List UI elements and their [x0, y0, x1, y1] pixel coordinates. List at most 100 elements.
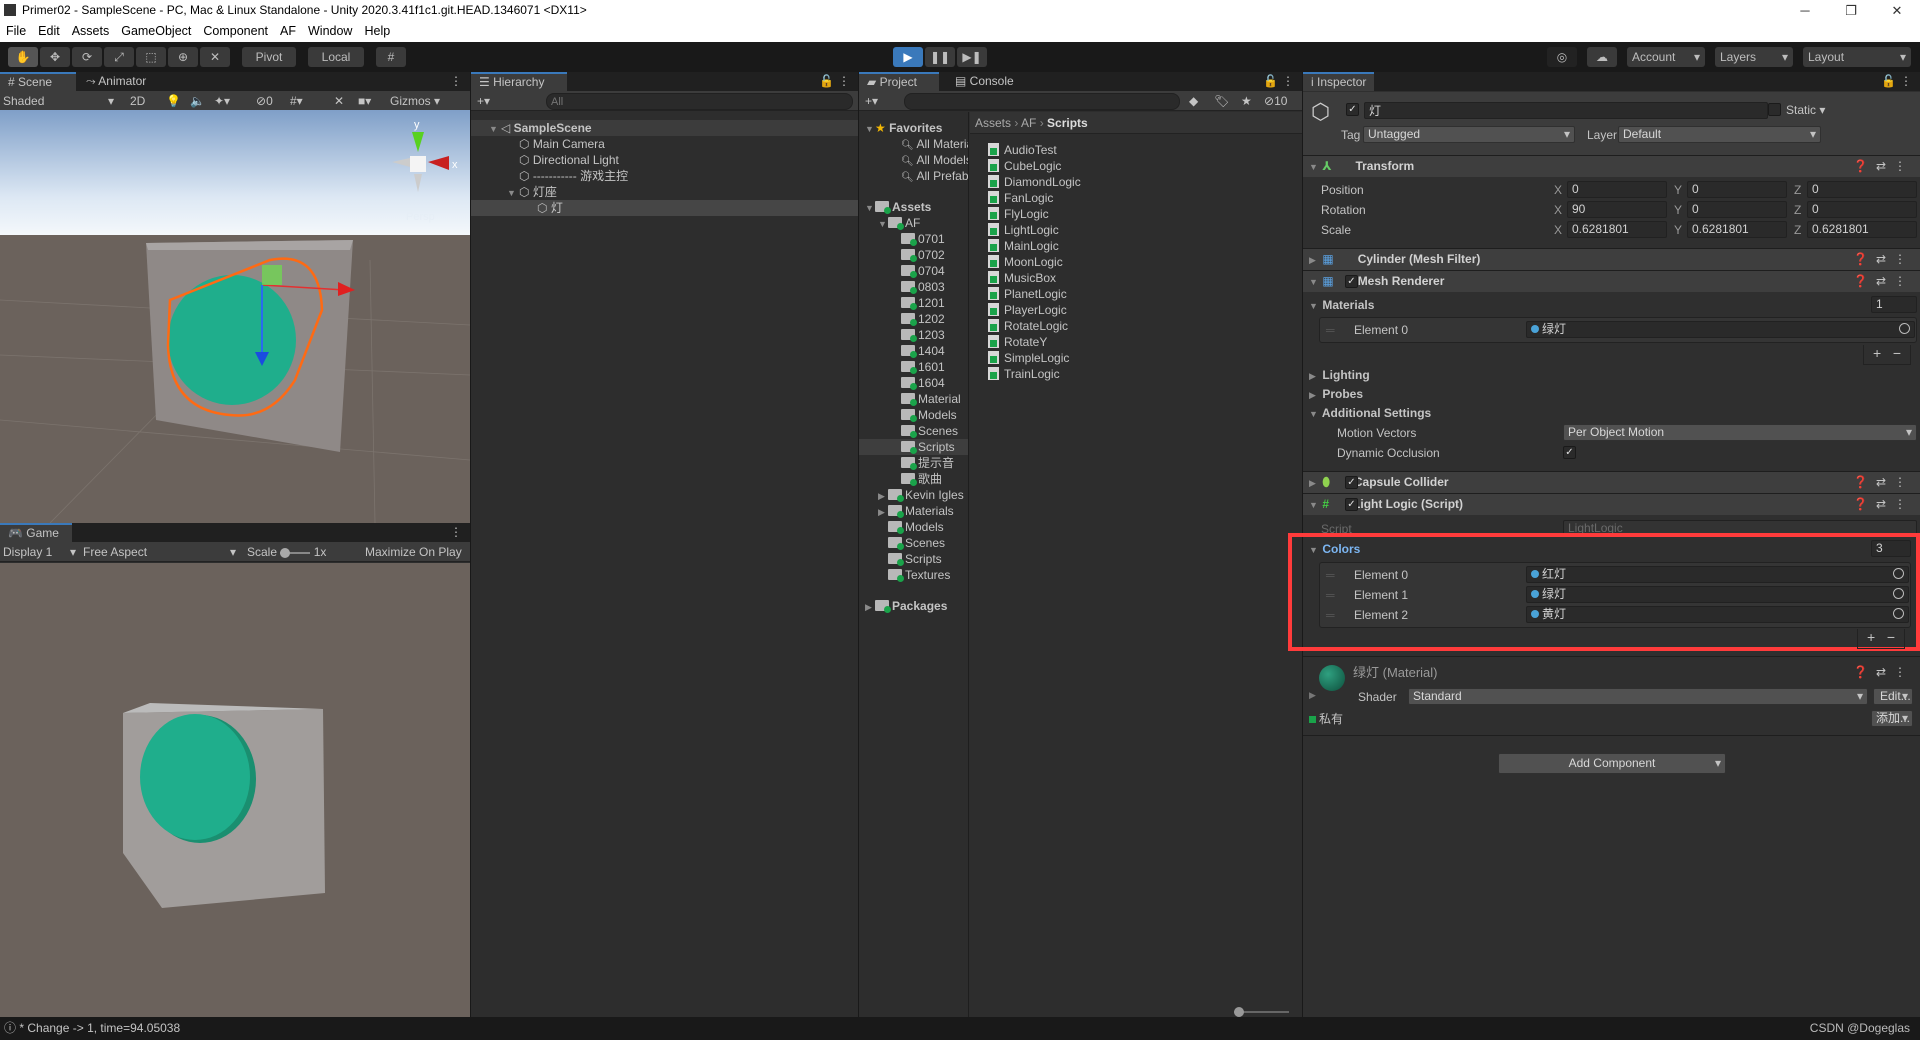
display-dropdown[interactable]: Display 1 ▾ [3, 544, 78, 560]
transform-position-z-field[interactable]: 0 [1807, 181, 1917, 198]
colors-foldout[interactable]: ▼ Colors [1309, 541, 1360, 557]
expand-arrow-icon[interactable]: ▶ [878, 488, 888, 504]
drag-handle-icon[interactable]: ═ [1326, 607, 1335, 623]
expand-arrow-icon[interactable]: ▶ [878, 504, 888, 520]
transform-rotation-x-field[interactable]: 90 [1567, 201, 1667, 218]
tab-scene[interactable]: # Scene [0, 72, 76, 91]
project-tree-item[interactable]: 🔍︎ All Models [859, 152, 968, 168]
add-component-button[interactable]: Add Component [1498, 753, 1726, 774]
menu-assets[interactable]: Assets [66, 24, 116, 38]
menu-edit[interactable]: Edit [32, 24, 66, 38]
status-message[interactable]: * Change -> 1, time=94.05038 [19, 1021, 180, 1035]
collab-icon[interactable]: ◎ [1547, 47, 1577, 67]
object-name-input[interactable] [1364, 102, 1768, 119]
hierarchy-item[interactable]: ⬡ 灯 [471, 200, 858, 216]
project-tree-item[interactable]: Models [859, 519, 968, 535]
icon-size-slider[interactable] [1234, 1007, 1289, 1017]
audio-toggle-icon[interactable]: 🔈 [190, 93, 205, 109]
transform-header[interactable]: ▼ ⅄ Transform ❓⇄⋮ [1303, 155, 1920, 177]
component-actions-icon[interactable]: ❓⇄⋮ [1853, 249, 1914, 270]
axis-label[interactable]: X [1554, 182, 1562, 198]
tools-icon[interactable]: ✕ [334, 93, 344, 109]
project-tree-item[interactable]: Scenes [859, 423, 968, 439]
color-element-field[interactable]: 红灯 [1526, 566, 1909, 583]
private-toggle[interactable]: 私有 [1309, 711, 1343, 727]
create-button[interactable]: +▾ [865, 93, 878, 109]
transform-scale-z-field[interactable]: 0.6281801 [1807, 221, 1917, 238]
rect-tool-button[interactable]: ⬚ [136, 47, 166, 67]
expand-arrow-icon[interactable]: ▼ [865, 200, 875, 216]
project-file-item[interactable]: PlanetLogic [988, 286, 1067, 302]
breadcrumb-item[interactable]: AF [1021, 116, 1036, 130]
static-checkbox[interactable] [1768, 103, 1781, 116]
tab-project[interactable]: ▰ Project [859, 72, 939, 91]
project-tree-item[interactable]: 🔍︎ All Prefabs [859, 168, 968, 184]
hierarchy-item[interactable]: ⬡ Main Camera [471, 136, 858, 152]
expand-arrow-icon[interactable]: ▶ [865, 599, 875, 615]
grid-toggle-icon[interactable]: #▾ [290, 93, 303, 109]
transform-rotation-y-field[interactable]: 0 [1687, 201, 1787, 218]
pause-button[interactable]: ❚❚ [925, 47, 955, 67]
scale-slider[interactable]: Scale 1x [247, 544, 326, 560]
menu-af[interactable]: AF [274, 24, 302, 38]
light-logic-enabled-checkbox[interactable]: ✓ [1345, 498, 1358, 511]
project-search-input[interactable] [904, 93, 1180, 110]
panel-menu-icon[interactable]: ⋮ [442, 523, 470, 542]
expand-arrow-icon[interactable]: ▼ [865, 121, 875, 137]
project-tree-item[interactable]: 0701 [859, 231, 968, 247]
hidden-packages-toggle[interactable]: ⊘10 [1264, 93, 1287, 109]
remove-element-button[interactable]: − [1887, 629, 1895, 645]
transform-scale-y-field[interactable]: 0.6281801 [1687, 221, 1787, 238]
move-tool-button[interactable]: ✥ [40, 47, 70, 67]
project-tree-item[interactable]: ▶ Packages [859, 598, 968, 614]
material-element-field[interactable]: 绿灯 [1526, 321, 1915, 338]
additional-settings-foldout[interactable]: ▼ Additional Settings [1309, 405, 1431, 421]
project-file-item[interactable]: RotateLogic [988, 318, 1068, 334]
hierarchy-search-input[interactable] [546, 93, 853, 110]
panel-menu-icon[interactable]: ⋮ [1274, 72, 1302, 91]
transform-tool-button[interactable]: ⊕ [168, 47, 198, 67]
breadcrumb-item[interactable]: Scripts [1047, 116, 1088, 130]
object-picker-icon[interactable] [1899, 323, 1910, 334]
capsule-collider-enabled-checkbox[interactable]: ✓ [1345, 476, 1358, 489]
menu-component[interactable]: Component [197, 24, 274, 38]
project-file-item[interactable]: FlyLogic [988, 206, 1049, 222]
project-tree-item[interactable]: 歌曲 [859, 471, 968, 487]
transform-rotation-z-field[interactable]: 0 [1807, 201, 1917, 218]
game-viewport[interactable] [0, 563, 470, 1017]
axis-label[interactable]: Z [1794, 182, 1801, 198]
project-tree-item[interactable]: Scripts [859, 551, 968, 567]
project-tree-item[interactable]: 0702 [859, 247, 968, 263]
color-element-field[interactable]: 绿灯 [1526, 586, 1909, 603]
gizmos-dropdown[interactable]: Gizmos ▾ [390, 93, 440, 109]
material-actions-icon[interactable]: ❓⇄⋮ [1853, 665, 1914, 679]
layers-dropdown[interactable]: Layers ▾ [1715, 47, 1793, 67]
camera-dropdown-icon[interactable]: ■▾ [358, 93, 371, 109]
cloud-button[interactable]: ☁ [1587, 47, 1617, 67]
probes-foldout[interactable]: ▶ Probes [1309, 386, 1363, 402]
object-picker-icon[interactable] [1893, 608, 1904, 619]
axis-label[interactable]: X [1554, 222, 1562, 238]
project-file-item[interactable]: MainLogic [988, 238, 1059, 254]
project-file-item[interactable]: PlayerLogic [988, 302, 1067, 318]
breadcrumb-item[interactable]: Assets [975, 116, 1011, 130]
project-tree-item[interactable]: Scenes [859, 535, 968, 551]
project-tree-item[interactable]: 1203 [859, 327, 968, 343]
project-file-item[interactable]: AudioTest [988, 142, 1057, 158]
add-element-button[interactable]: + [1867, 629, 1875, 645]
mesh-renderer-enabled-checkbox[interactable]: ✓ [1345, 275, 1358, 288]
transform-position-y-field[interactable]: 0 [1687, 181, 1787, 198]
project-tree-item[interactable]: ▼★ Favorites [859, 120, 968, 136]
project-file-item[interactable]: DiamondLogic [988, 174, 1081, 190]
project-tree-item[interactable]: 1601 [859, 359, 968, 375]
active-checkbox[interactable]: ✓ [1346, 103, 1359, 116]
project-tree-item[interactable]: 1201 [859, 295, 968, 311]
lighting-foldout[interactable]: ▶ Lighting [1309, 367, 1370, 383]
local-toggle[interactable]: Local [308, 47, 364, 67]
component-actions-icon[interactable]: ❓⇄⋮ [1853, 156, 1914, 177]
project-file-item[interactable]: SimpleLogic [988, 350, 1069, 366]
hand-tool-button[interactable]: ✋ [8, 47, 38, 67]
axis-label[interactable]: Z [1794, 222, 1801, 238]
account-dropdown[interactable]: Account ▾ [1627, 47, 1705, 67]
remove-element-button[interactable]: − [1893, 345, 1901, 361]
